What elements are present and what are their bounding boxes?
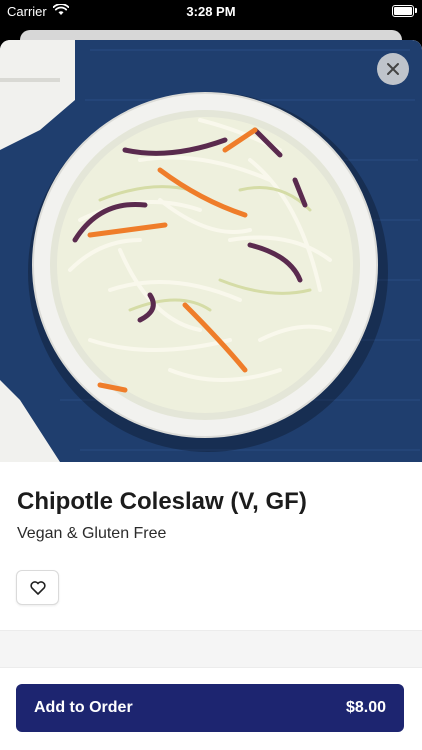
heart-icon[interactable]	[29, 580, 46, 595]
add-to-order-button[interactable]: Add to Order $8.00	[16, 684, 404, 732]
status-bar: Carrier 3:28 PM	[0, 0, 422, 22]
section-divider	[0, 630, 422, 668]
battery-tip	[415, 8, 417, 13]
close-icon[interactable]	[386, 62, 400, 76]
favorite-button[interactable]	[16, 570, 59, 605]
item-title: Chipotle Coleslaw (V, GF)	[17, 488, 307, 515]
item-detail-sheet: Chipotle Coleslaw (V, GF) Vegan & Gluten…	[0, 40, 422, 750]
item-photo	[0, 40, 422, 462]
add-to-order-label: Add to Order	[34, 699, 133, 716]
close-button[interactable]	[377, 53, 409, 85]
status-time: 3:28 PM	[186, 4, 236, 19]
item-price: $8.00	[345, 699, 386, 716]
battery-icon	[392, 5, 414, 17]
item-description: Vegan & Gluten Free	[17, 525, 167, 542]
